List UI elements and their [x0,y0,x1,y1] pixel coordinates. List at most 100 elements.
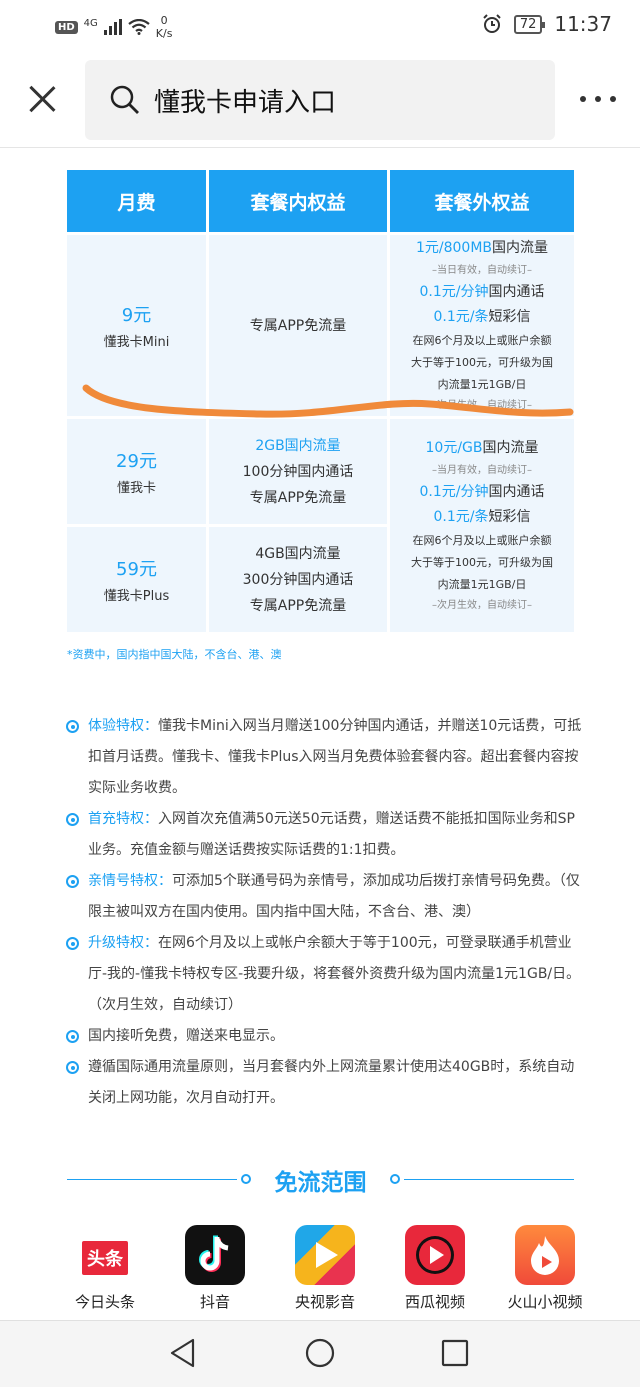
xigua-video-icon [405,1225,465,1285]
app-huoshan-video[interactable]: 火山小视频 [495,1225,595,1312]
search-header: 懂我卡申请入口 [0,50,640,148]
plan-name: 懂我卡 [116,481,156,496]
free-app-list: 头条 今日头条 抖音 央视影音 西瓜视频 火山小视频 [55,1225,595,1312]
feature-title: 体验特权： [88,718,158,734]
extra-rate: 10元/GB [425,440,483,456]
more-options-icon[interactable] [580,96,616,102]
extra-label: 国内通话 [488,284,545,300]
plan-price: 9元 [121,305,152,326]
extra-label: 国内流量 [482,440,539,456]
bullet-icon [66,720,79,733]
battery-indicator: 72 [513,14,545,34]
bullet-icon [66,813,79,826]
status-bar: HD 4G 0 K/s 72 11:37 [0,0,640,50]
speed-value: 0 [160,14,168,27]
table-header: 月费 套餐内权益 套餐外权益 [67,170,574,232]
benefit-highlight: 2GB国内流量 [255,437,341,454]
search-query: 懂我卡申请入口 [154,87,337,118]
app-xigua-video[interactable]: 西瓜视频 [385,1225,485,1312]
plan-price: 29元 [116,451,157,472]
list-item: 升级特权：在网6个月及以上或帐户余额大于等于100元，可登录联通手机营业厅-我的… [66,928,586,1021]
benefit-text: 300分钟国内通话 [242,571,354,588]
benefit-text: 4GB国内流量 [255,545,341,562]
bullet-icon [66,875,79,888]
extra-rate: 0.1元/条 [433,309,489,325]
app-label: 火山小视频 [507,1293,583,1311]
search-box[interactable]: 懂我卡申请入口 [85,60,555,140]
speed-unit: K/s [155,27,173,40]
included-cell: 4GB国内流量 300分钟国内通话 专属APP免流量 [209,527,387,632]
toutiao-icon-text: 头条 [82,1241,128,1275]
plan-cell: 29元 懂我卡 [67,419,206,524]
extra-note: –次月生效，自动续订– [432,600,532,611]
header-monthly-fee: 月费 [67,170,206,232]
free-range-heading: 免流范围 [67,1160,574,1200]
header-included-benefits: 套餐内权益 [209,170,387,232]
feature-text: 在网6个月及以上或帐户余额大于等于100元，可登录联通手机营业厅-我的-懂我卡特… [88,935,581,1013]
list-item: 体验特权：懂我卡Mini入网当月赠送100分钟国内通话，并赠送10元话费，可抵扣… [66,711,586,804]
tariff-footnote: *资费中，国内指中国大陆，不含台、港、澳 [67,648,282,661]
feature-text: 遵循国际通用流量原则，当月套餐内外上网流量累计使用达40GB时，系统自动关闭上网… [88,1059,575,1106]
orange-underline-annotation [82,384,574,418]
wifi-icon [128,19,150,35]
app-label: 今日头条 [74,1293,135,1311]
app-douyin[interactable]: 抖音 [165,1225,265,1312]
extra-label: 短彩信 [488,309,531,325]
bullet-icon [66,937,79,950]
extra-detail: 内流量1元1GB/日 [437,578,527,591]
alarm-icon [483,14,501,33]
huoshan-flame-icon [515,1225,575,1285]
extra-note: –当月有效，自动续订– [432,465,532,476]
signal-icon [103,19,122,35]
included-cell: 2GB国内流量 100分钟国内通话 专属APP免流量 [209,419,387,524]
benefit-text: 专属APP免流量 [249,317,347,334]
free-range-title: 免流范围 [274,1170,367,1196]
app-label: 西瓜视频 [404,1293,465,1311]
extra-cell-standard: 10元/GB国内流量 –当月有效，自动续订– 0.1元/分钟国内通话 0.1元/… [390,419,574,632]
recent-apps-icon[interactable] [441,1339,469,1367]
bullet-icon [66,1061,79,1074]
clock: 11:37 [554,12,612,36]
feature-title: 升级特权： [88,935,158,951]
douyin-icon [185,1225,245,1285]
home-icon[interactable] [304,1337,336,1369]
bullet-icon [66,1030,79,1043]
app-label: 央视影音 [294,1293,355,1311]
cctv-video-icon [295,1225,355,1285]
plan-price: 59元 [116,559,157,580]
feature-list: 体验特权：懂我卡Mini入网当月赠送100分钟国内通话，并赠送10元话费，可抵扣… [66,711,586,1114]
feature-title: 亲情号特权： [88,873,172,889]
back-icon[interactable] [168,1337,198,1369]
extra-rate: 0.1元/条 [433,509,489,525]
extra-detail: 在网6个月及以上或账户余额 [412,534,552,547]
plan-cell: 59元 懂我卡Plus [67,527,206,632]
extra-rate: 0.1元/分钟 [419,284,489,300]
feature-text: 懂我卡Mini入网当月赠送100分钟国内通话，并赠送10元话费，可抵扣首月话费。… [88,718,582,796]
list-item: 国内接听免费，赠送来电显示。 [66,1021,586,1052]
plan-name: 懂我卡Plus [103,589,170,604]
list-item: 亲情号特权：可添加5个联通号码为亲情号，添加成功后拨打亲情号码免费。（仅限主被叫… [66,866,586,928]
system-navigation-bar [0,1320,640,1387]
benefit-text: 专属APP免流量 [249,489,347,506]
feature-text: 入网首次充值满50元送50元话费，赠送话费不能抵扣国际业务和SP业务。充值金额与… [88,811,575,858]
feature-text: 国内接听免费，赠送来电显示。 [88,1028,284,1044]
extra-label: 短彩信 [488,509,531,525]
header-extra-benefits: 套餐外权益 [390,170,574,232]
feature-title: 首充特权： [88,811,158,827]
app-label: 抖音 [199,1293,230,1311]
list-item: 遵循国际通用流量原则，当月套餐内外上网流量累计使用达40GB时，系统自动关闭上网… [66,1052,586,1114]
list-item: 首充特权：入网首次充值满50元送50元话费，赠送话费不能抵扣国际业务和SP业务。… [66,804,586,866]
benefit-text: 2GB国内流量 [255,433,340,459]
hd-badge: HD [55,20,78,34]
benefit-text: 100分钟国内通话 [242,463,354,480]
close-icon[interactable] [27,84,57,114]
benefit-text: 专属APP免流量 [249,597,347,614]
app-cctv-video[interactable]: 央视影音 [275,1225,375,1312]
extra-rate: 1元/800MB [415,240,493,256]
network-label: 4G [83,17,98,29]
extra-detail: 在网6个月及以上或账户余额 [412,334,552,347]
app-toutiao[interactable]: 头条 今日头条 [55,1225,155,1312]
extra-detail: 大于等于100元，可升级为国 [411,556,553,569]
toutiao-icon: 头条 [75,1225,135,1285]
speed-indicator: 0 K/s [156,14,173,40]
